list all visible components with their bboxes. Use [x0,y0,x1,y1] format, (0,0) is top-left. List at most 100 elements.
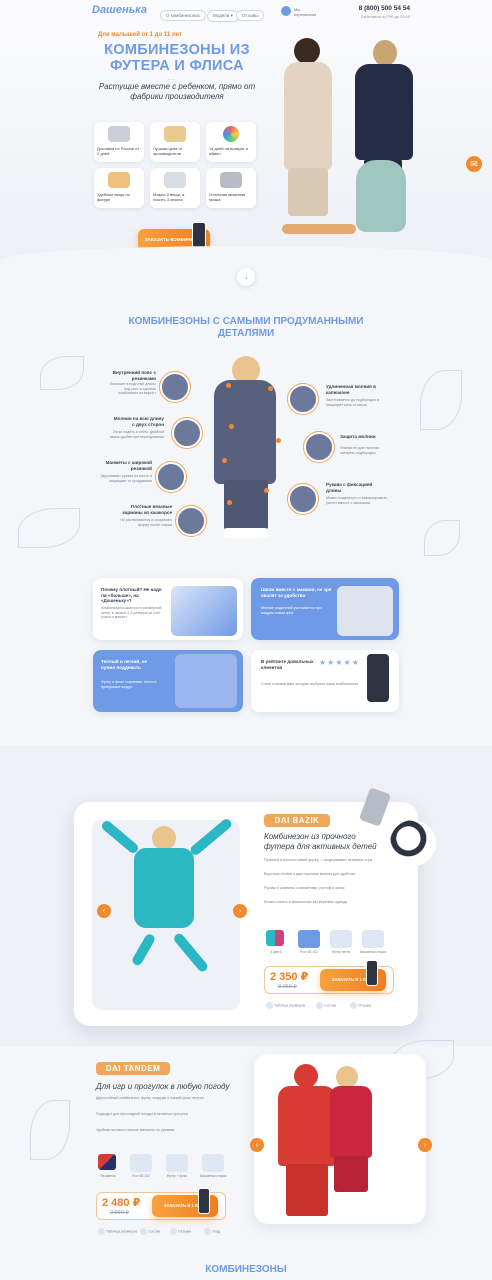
model-child-jumpsuit [214,380,276,484]
skateboard [282,224,356,234]
hotspot[interactable] [276,438,281,443]
detail-title: Рукава с фиксацией длины [326,482,373,493]
ruler-icon [266,1002,273,1009]
nav-item-about[interactable]: О комбинезонах [160,10,207,21]
benefit-card: Теплый и легкий, не нужно поддевать Футе… [93,650,243,712]
product-tag-bazik: DAI BAZIK [264,814,330,827]
teddy-bear-toy [356,160,406,232]
phone-subtext: Бесплатно по РФ до 20:00 [361,14,410,19]
hotspot[interactable] [222,458,227,463]
care-link[interactable]: Уход [204,1228,220,1235]
chat-button[interactable]: ✉ [466,156,482,172]
fabric-icon [330,930,352,948]
nav-item-models[interactable]: Модели ▾ [207,10,239,22]
detail-photo-zipper [172,418,202,448]
detail-photo-sleeves [288,484,318,514]
detail-photo-zip-guard [304,432,334,462]
leaf-decoration [420,370,462,430]
feature-card: Лучшая цена от производителя [150,122,200,162]
hotspot[interactable] [264,488,269,493]
product-bullet: Двухслойный комбинезон: футер снаружи и … [96,1096,204,1100]
product-title: Для игр и прогулок в любую погоду [96,1082,230,1091]
site-header: Dашенька О комбинезонах Модели ▾ Отзывы … [0,0,492,28]
detail-text: Застегивается до подбородка и защищает ш… [326,398,379,407]
product-photo-tandem-2 [330,1086,372,1158]
hero-kicker: Для малышей от 1 до 11 лет [98,32,182,38]
growth-icon [130,1154,152,1172]
hotspot[interactable] [227,500,232,505]
detail-title: Молнии на всю длину с двух сторон [113,416,164,427]
color-swatch-icon [266,930,284,946]
hotspot[interactable] [229,424,234,429]
product-tag-tandem: DAI TANDEM [96,1062,170,1075]
prev-arrow-icon[interactable]: ‹ [250,1138,264,1152]
size-table-link[interactable]: Таблица размеров [98,1228,137,1235]
hotspot[interactable] [268,386,273,391]
detail-text: Удерживают рукава на месте и защищают от… [100,474,152,483]
detail-title: Защита молнии [340,434,376,439]
product-bullet: Удобная молния и мягкие манжеты по рукав… [96,1128,175,1132]
details-title: КОМБИНЕЗОНЫ С САМЫМИ ПРОДУМАННЫМИ ДЕТАЛЯ… [128,316,364,339]
detail-photo-belt [160,372,190,402]
detail-photo-hood [288,384,318,414]
care-icon [204,1228,211,1235]
scroll-down-icon[interactable]: ↓ [237,268,255,286]
hero-divider: - - - [168,76,175,81]
product-child-legs [334,1156,368,1192]
phone-illustration [192,222,206,248]
feature-card: Можно 2 вещи, а носить 3 сезона [150,168,200,208]
hero-title: КОМБИНЕЗОНЫ ИЗ ФУТЕРА И ФЛИСА [104,42,250,74]
child-photo [171,586,237,636]
callback-link[interactable]: Мы перезвоним [294,7,316,17]
detail-photo-pockets [176,506,206,536]
child-photo-1-legs [288,168,328,216]
product-bullet: Прочный и износостойкий футер — выдержив… [264,858,373,862]
product-child-head [294,1064,318,1088]
detail-text: Легко надеть и снять: двойной замок удоб… [109,430,164,439]
leaf-decoration [30,1100,70,1160]
next-arrow-icon[interactable]: › [233,904,247,918]
product-bullet: Воротник-стойка и двусторонняя молния дл… [264,872,356,876]
benefit-card: Почему плотный? Не надо ли «больше», на … [93,578,243,640]
logo[interactable]: Dашенька [92,4,147,16]
product-bullet: Можно носить в межсезонье как верхнюю од… [264,900,348,904]
composition-link[interactable]: Состав [140,1228,160,1235]
phone-number[interactable]: 8 (800) 500 54 54 [359,5,410,12]
product-child-head [336,1066,358,1088]
detail-text: Не растягиваются и сохраняют форму после… [120,518,172,527]
fabric-icon [166,1154,188,1172]
benefit-card: В рейтинге довольных клиентов Сотни отзы… [251,650,399,712]
measure-icon [108,172,130,188]
feature-card: Доставка по России от 2 дней [94,122,144,162]
child-photo-2 [355,64,413,160]
benefit-card: Шили вместе с мамами, не зря хвалят за у… [251,578,399,640]
next-arrow-icon[interactable]: › [418,1138,432,1152]
child-photo-2-head [373,40,397,66]
model-child-legs [224,480,268,530]
product-child-legs [286,1164,328,1216]
size-table-link[interactable]: Таблица размеров [266,1002,305,1009]
detail-text: Планка не дает молнии натирать подбородо… [340,446,380,455]
rating-stars: ★★★★★ [319,658,360,667]
phone-icon[interactable] [281,6,291,16]
reviews-link[interactable]: Отзывы [350,1002,371,1009]
composition-link[interactable]: Состав [316,1002,336,1009]
product-bullet: Рукава и штанины с манжетами, ростом в з… [264,886,345,890]
detail-title: Внутренний пояс с резинками [112,370,156,381]
nav-item-reviews[interactable]: Отзывы [236,10,265,21]
detail-photo-cuffs [156,462,186,492]
growth-icon [298,930,320,948]
truck-icon [108,126,130,142]
next-section-title: КОМБИНЕЗОНЫ [205,1264,287,1275]
phone-illustration [198,1188,210,1214]
product-bullet: Подходит для прохладной погоды и активны… [96,1112,189,1116]
hotspot[interactable] [226,383,231,388]
machine-icon [220,172,242,188]
factory-icon [164,126,186,142]
feature-card: Отличная вязанная пряжа [206,168,256,208]
prev-arrow-icon[interactable]: ‹ [97,904,111,918]
feature-card: 14 дней на возврат и обмен [206,122,256,162]
chat-icon [350,1002,357,1009]
product-photo-bazik [134,848,194,928]
reviews-link[interactable]: Отзывы [170,1228,191,1235]
